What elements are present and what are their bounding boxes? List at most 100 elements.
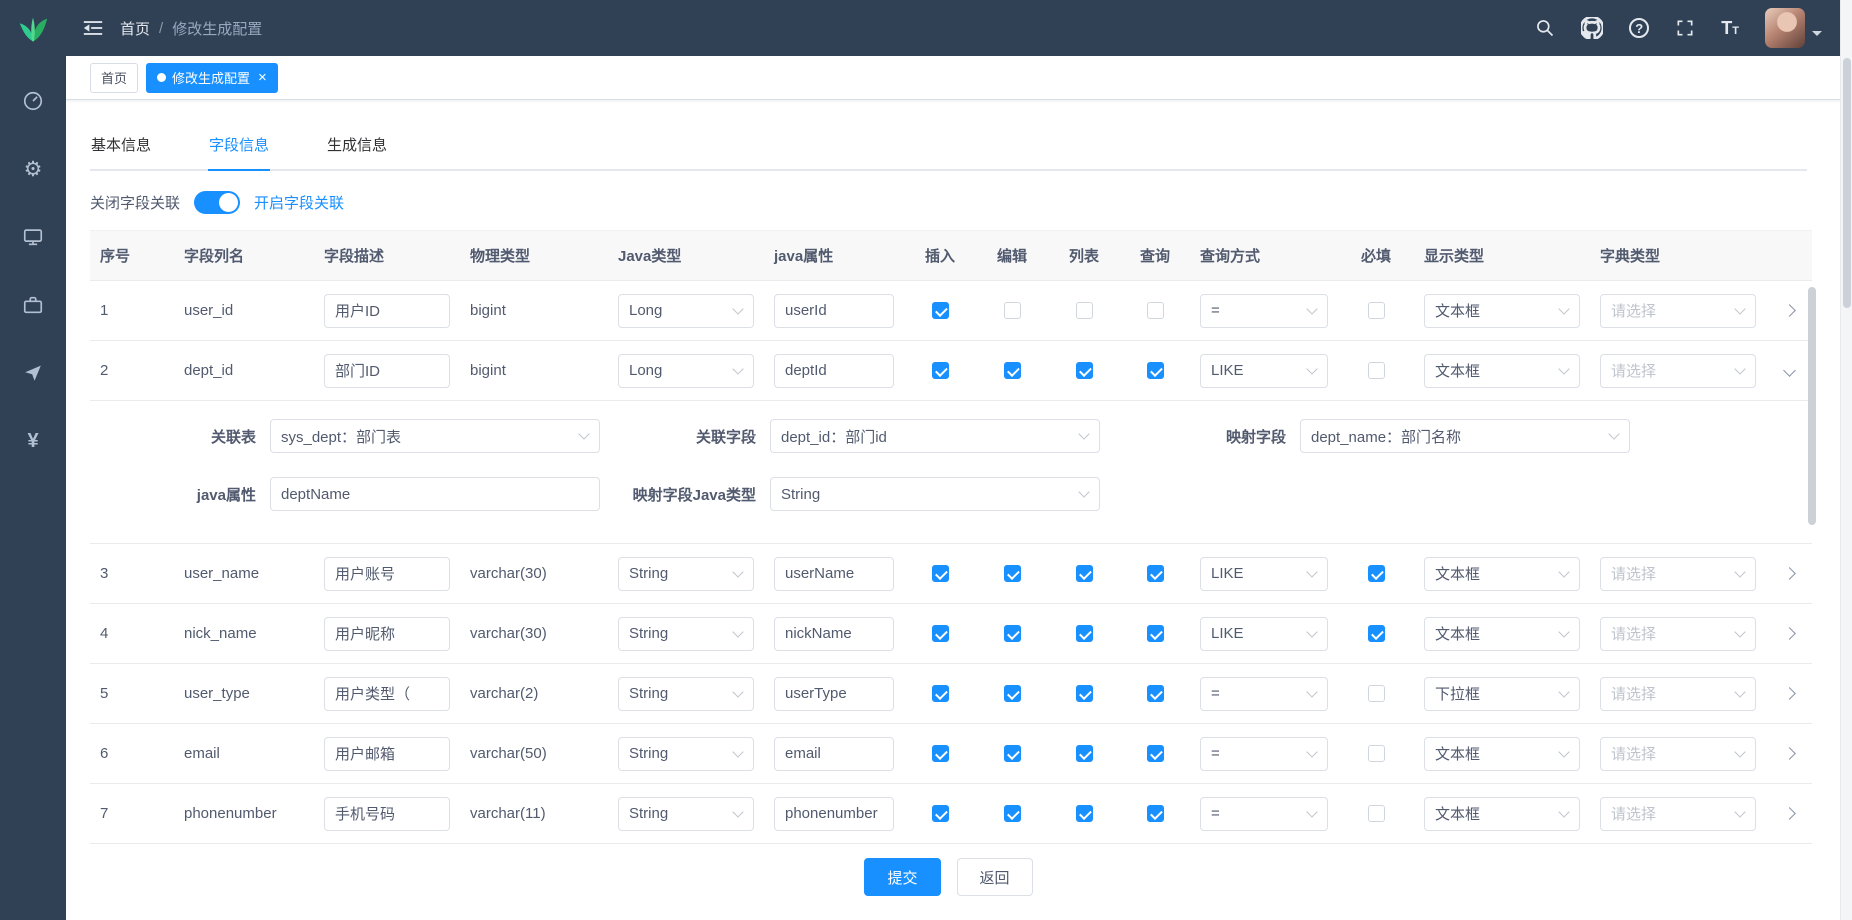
dict-type-select[interactable]: 请选择 [1600, 294, 1756, 328]
github-icon[interactable] [1581, 17, 1603, 39]
sidebar-item-guide[interactable] [0, 354, 66, 392]
page-scrollbar-thumb[interactable] [1843, 58, 1851, 308]
java-type-select[interactable]: String [618, 797, 754, 831]
expand-row-icon[interactable] [1783, 567, 1796, 580]
edit-checkbox[interactable] [1004, 745, 1021, 762]
java-type-select[interactable]: String [618, 557, 754, 591]
query-checkbox[interactable] [1147, 565, 1164, 582]
display-type-select[interactable]: 文本框 [1424, 617, 1580, 651]
display-type-select[interactable]: 文本框 [1424, 294, 1580, 328]
display-type-select[interactable]: 文本框 [1424, 354, 1580, 388]
java-type-select[interactable]: Long [618, 294, 754, 328]
field-description-input[interactable] [324, 797, 450, 831]
list-checkbox[interactable] [1076, 362, 1093, 379]
required-checkbox[interactable] [1368, 362, 1385, 379]
mapping-field-select[interactable]: dept_name：部门名称 [1300, 419, 1630, 453]
sidebar-item-pay[interactable]: ¥ [0, 422, 66, 460]
field-description-input[interactable] [324, 557, 450, 591]
expand-row-icon[interactable] [1783, 304, 1796, 317]
dict-type-select[interactable]: 请选择 [1600, 737, 1756, 771]
required-checkbox[interactable] [1368, 745, 1385, 762]
tag-active-gen-config[interactable]: 修改生成配置 × [146, 63, 278, 93]
edit-checkbox[interactable] [1004, 302, 1021, 319]
sidebar-item-system[interactable]: ⚙ [0, 150, 66, 188]
fullscreen-icon[interactable] [1675, 18, 1695, 38]
list-checkbox[interactable] [1076, 625, 1093, 642]
avatar[interactable] [1765, 8, 1805, 48]
insert-checkbox[interactable] [932, 745, 949, 762]
back-button[interactable]: 返回 [957, 858, 1033, 896]
query-checkbox[interactable] [1147, 362, 1164, 379]
insert-checkbox[interactable] [932, 302, 949, 319]
java-type-select[interactable]: String [618, 677, 754, 711]
mapping-java-type-select[interactable]: String [770, 477, 1100, 511]
query-checkbox[interactable] [1147, 625, 1164, 642]
java-property-input[interactable] [774, 797, 894, 831]
dict-type-select[interactable]: 请选择 [1600, 354, 1756, 388]
java-property-input[interactable] [774, 737, 894, 771]
query-checkbox[interactable] [1147, 685, 1164, 702]
required-checkbox[interactable] [1368, 685, 1385, 702]
list-checkbox[interactable] [1076, 302, 1093, 319]
sidebar-item-tool[interactable] [0, 286, 66, 324]
tab-generate-info[interactable]: 生成信息 [326, 122, 388, 169]
java-type-select[interactable]: String [618, 617, 754, 651]
sidebar-item-dashboard[interactable] [0, 82, 66, 120]
expand-row-icon[interactable] [1783, 627, 1796, 640]
query-type-select[interactable]: = [1200, 294, 1328, 328]
tag-home[interactable]: 首页 [90, 63, 138, 93]
dict-type-select[interactable]: 请选择 [1600, 797, 1756, 831]
close-tag-icon[interactable]: × [258, 70, 267, 85]
field-description-input[interactable] [324, 677, 450, 711]
query-type-select[interactable]: = [1200, 737, 1328, 771]
relation-table-select[interactable]: sys_dept：部门表 [270, 419, 600, 453]
java-property-input[interactable] [774, 677, 894, 711]
insert-checkbox[interactable] [932, 685, 949, 702]
java-property-input[interactable] [774, 617, 894, 651]
insert-checkbox[interactable] [932, 805, 949, 822]
edit-checkbox[interactable] [1004, 362, 1021, 379]
java-property-input[interactable] [774, 557, 894, 591]
tab-basic-info[interactable]: 基本信息 [90, 122, 152, 169]
required-checkbox[interactable] [1368, 625, 1385, 642]
query-checkbox[interactable] [1147, 805, 1164, 822]
display-type-select[interactable]: 文本框 [1424, 797, 1580, 831]
display-type-select[interactable]: 文本框 [1424, 737, 1580, 771]
query-type-select[interactable]: LIKE [1200, 617, 1328, 651]
java-type-select[interactable]: Long [618, 354, 754, 388]
font-size-icon[interactable]: TT [1721, 18, 1739, 39]
relation-field-select[interactable]: dept_id：部门id [770, 419, 1100, 453]
java-type-select[interactable]: String [618, 737, 754, 771]
expand-row-icon[interactable] [1783, 687, 1796, 700]
search-icon[interactable] [1535, 18, 1555, 38]
table-scrollbar-thumb[interactable] [1808, 287, 1816, 525]
required-checkbox[interactable] [1368, 565, 1385, 582]
app-logo[interactable] [0, 0, 66, 58]
display-type-select[interactable]: 文本框 [1424, 557, 1580, 591]
query-type-select[interactable]: LIKE [1200, 557, 1328, 591]
edit-checkbox[interactable] [1004, 805, 1021, 822]
edit-checkbox[interactable] [1004, 565, 1021, 582]
expand-java-property-input[interactable] [270, 477, 600, 511]
insert-checkbox[interactable] [932, 565, 949, 582]
collapse-row-icon[interactable] [1783, 364, 1796, 377]
list-checkbox[interactable] [1076, 805, 1093, 822]
breadcrumb-home[interactable]: 首页 [120, 18, 150, 39]
user-menu[interactable] [1765, 8, 1822, 48]
help-icon[interactable]: ? [1629, 18, 1649, 38]
field-relation-switch[interactable] [194, 191, 240, 214]
field-description-input[interactable] [324, 737, 450, 771]
query-type-select[interactable]: = [1200, 677, 1328, 711]
query-checkbox[interactable] [1147, 745, 1164, 762]
dict-type-select[interactable]: 请选择 [1600, 557, 1756, 591]
query-type-select[interactable]: = [1200, 797, 1328, 831]
java-property-input[interactable] [774, 354, 894, 388]
required-checkbox[interactable] [1368, 805, 1385, 822]
submit-button[interactable]: 提交 [864, 858, 940, 896]
field-description-input[interactable] [324, 617, 450, 651]
tab-field-info[interactable]: 字段信息 [208, 122, 270, 169]
display-type-select[interactable]: 下拉框 [1424, 677, 1580, 711]
insert-checkbox[interactable] [932, 362, 949, 379]
list-checkbox[interactable] [1076, 685, 1093, 702]
expand-row-icon[interactable] [1783, 807, 1796, 820]
